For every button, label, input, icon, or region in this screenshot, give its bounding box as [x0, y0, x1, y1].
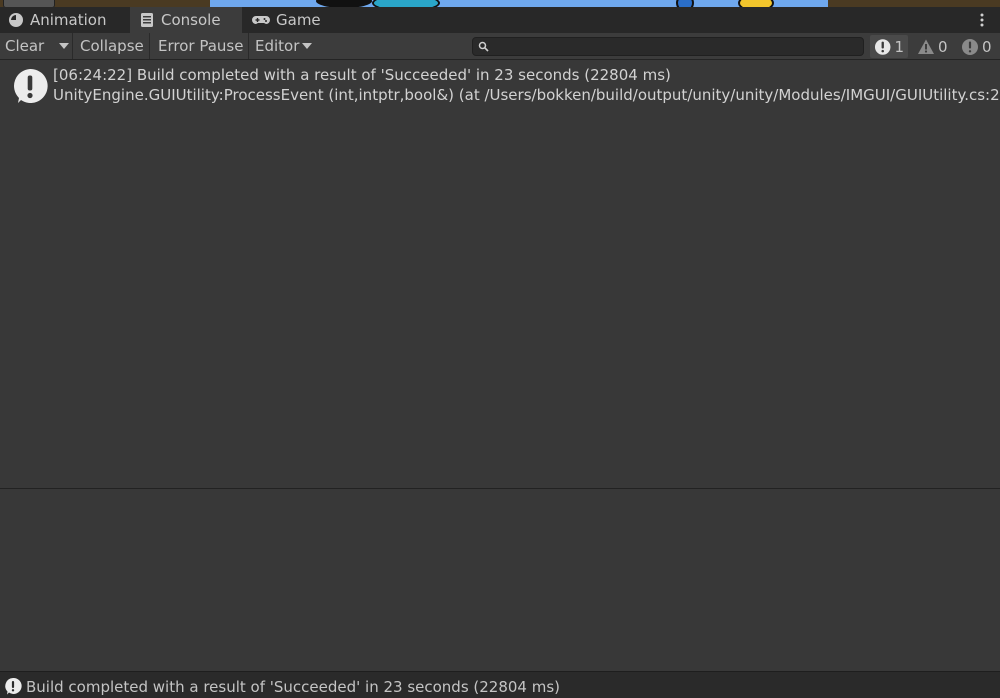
- chevron-down-icon: [59, 42, 69, 49]
- clock-icon: [9, 13, 23, 27]
- scene-view-strip: [0, 0, 1000, 7]
- search-field[interactable]: [472, 37, 864, 56]
- tab-label: Console: [161, 11, 221, 29]
- error-icon: [962, 38, 978, 55]
- log-detail-pane: [0, 489, 1000, 671]
- editor-dropdown-label: Editor: [255, 37, 300, 55]
- tab-label: Animation: [30, 11, 107, 29]
- scene-object: [372, 0, 440, 7]
- info-message-icon: [14, 68, 48, 103]
- editor-dropdown[interactable]: Editor: [250, 33, 317, 59]
- log-entry[interactable]: [06:24:22] Build completed with a result…: [0, 62, 1000, 106]
- log-messages-toggle[interactable]: 1: [870, 35, 908, 58]
- scene-toolbar-button[interactable]: [3, 0, 55, 7]
- tab-console[interactable]: Console: [130, 7, 242, 33]
- gamepad-icon: [252, 16, 270, 24]
- clear-button[interactable]: Clear: [0, 33, 49, 59]
- tab-game[interactable]: Game: [252, 7, 321, 33]
- log-list[interactable]: [06:24:22] Build completed with a result…: [0, 60, 1000, 488]
- collapse-toggle[interactable]: Collapse: [75, 33, 150, 59]
- search-input[interactable]: [493, 38, 853, 55]
- warning-icon: [918, 39, 934, 54]
- error-messages-toggle[interactable]: 0: [957, 35, 997, 58]
- scene-object: [316, 0, 372, 7]
- status-message: Build completed with a result of 'Succee…: [26, 678, 561, 696]
- search-icon: [478, 41, 489, 52]
- log-message: [06:24:22] Build completed with a result…: [53, 66, 671, 84]
- info-icon: [5, 677, 22, 695]
- warning-count: 0: [938, 37, 948, 56]
- info-icon: [874, 38, 891, 55]
- scene-object: [676, 0, 694, 7]
- tab-animation[interactable]: Animation: [8, 7, 106, 33]
- tab-label: Game: [276, 11, 321, 29]
- clear-options-dropdown[interactable]: [51, 33, 73, 59]
- status-bar[interactable]: Build completed with a result of 'Succee…: [0, 671, 1000, 698]
- log-stacktrace: UnityEngine.GUIUtility:ProcessEvent (int…: [53, 86, 1000, 104]
- error-pause-toggle[interactable]: Error Pause: [153, 33, 250, 59]
- log-count: 1: [894, 37, 904, 56]
- more-options-icon[interactable]: [974, 12, 990, 28]
- warning-messages-toggle[interactable]: 0: [913, 35, 953, 58]
- chevron-down-icon: [302, 42, 313, 49]
- tab-bar: Animation Console Game: [0, 7, 1000, 33]
- error-count: 0: [982, 37, 992, 56]
- scene-background: [210, 0, 828, 7]
- scene-object: [738, 0, 774, 7]
- console-icon: [141, 13, 153, 27]
- console-toolbar: Clear Collapse Error Pause Editor 1 0 0: [0, 33, 1000, 60]
